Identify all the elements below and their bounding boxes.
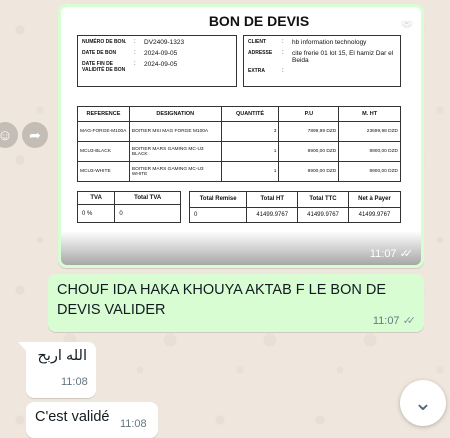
bon-validity-label: DATE FIN DE VALIDITÉ DE BON	[82, 61, 126, 73]
document-image[interactable]: BON DE DEVIS NUMÉRO DE BON. : DV2409-132…	[61, 7, 421, 265]
total-tva-value: 0	[114, 204, 181, 223]
outgoing-message-bubble[interactable]: CHOUF IDA HAKA KHOUYA AKTAB F LE BON DE …	[48, 274, 424, 332]
chevron-down-icon: ⌄	[413, 390, 433, 415]
table-cell: 8900,00 DZD	[338, 141, 401, 162]
total-ttc-header: Total TTC	[297, 191, 349, 208]
bon-date-value: 2024-09-05	[144, 50, 178, 57]
image-message-meta: 11:07 ✓✓	[369, 247, 414, 261]
bon-number-value: DV2409-1323	[144, 39, 185, 46]
table-cell: 23699,98 DZD	[338, 121, 401, 142]
image-shade	[61, 231, 421, 265]
total-ht-header: Total HT	[246, 191, 299, 208]
incoming-message-bubble[interactable]: C'est validé 11:08	[26, 402, 158, 438]
total-tva-header: Total TVA	[114, 191, 181, 205]
table-row: MAG-FORGE-M100A BOITIER MSI MAG FORGE M1…	[77, 121, 401, 142]
tva-table: TVA Total TVA 0 % 0	[76, 191, 181, 223]
message-time: 11:08	[61, 376, 88, 388]
items-header-row: REFERENCE DESIGNATION QUANTITÉ P.U M. HT	[77, 106, 401, 122]
extra-label: EXTRA	[248, 68, 265, 74]
info-section: NUMÉRO DE BON. : DV2409-1323 DATE DE BON…	[77, 35, 401, 87]
column-header: M. HT	[338, 106, 401, 122]
bon-date-row: DATE DE BON : 2024-09-05	[82, 50, 232, 57]
chevron-down-icon[interactable]: ⌄	[399, 13, 415, 30]
net-a-payer-header: Net à Payer	[347, 191, 402, 208]
double-check-icon: ✓✓	[402, 315, 417, 327]
totals-section: TVA Total TVA 0 % 0 Total Remise Total H…	[76, 191, 402, 223]
bon-info-box: NUMÉRO DE BON. : DV2409-1323 DATE DE BON…	[77, 35, 237, 87]
extra-row: EXTRA :	[248, 68, 284, 74]
total-remise-value: 0	[188, 206, 248, 223]
table-cell: 8900,00 DZD	[278, 141, 340, 162]
column-header: DESIGNATION	[128, 106, 222, 122]
message-text: CHOUF IDA HAKA KHOUYA AKTAB F LE BON DE …	[57, 282, 387, 318]
address-value: cite frerie 01 lot 15, El hamiz Dar el B…	[292, 50, 394, 64]
message-time: 11:07	[372, 314, 400, 327]
document-title: BON DE DEVIS	[208, 13, 310, 29]
client-label: CLIENT	[248, 39, 267, 45]
bon-date-label: DATE DE BON	[82, 50, 117, 56]
total-ttc-value: 41499.9767	[297, 206, 349, 223]
message-text: الله اربح	[37, 348, 87, 364]
incoming-message-bubble[interactable]: الله اربح 11:08	[26, 342, 96, 398]
table-cell: BOITIER MSI MAG FORGE M100A	[128, 121, 222, 142]
total-ht-value: 41499.9767	[246, 206, 299, 223]
message-meta: 11:07 ✓✓	[372, 314, 417, 328]
client-value: hb information technology	[292, 39, 367, 46]
tva-value: 0 %	[76, 204, 116, 223]
table-cell: 1	[220, 141, 280, 162]
client-info-box: CLIENT : hb information technology ADRES…	[243, 35, 401, 87]
double-check-icon: ✓✓	[399, 248, 414, 260]
table-cell: MCU3-BLACK	[77, 141, 130, 162]
table-cell: 8900,00 DZD	[278, 161, 340, 182]
total-remise-header: Total Remise	[188, 191, 248, 208]
net-a-payer-value: 41499.9767	[347, 206, 402, 223]
items-table: REFERENCE DESIGNATION QUANTITÉ P.U M. HT…	[77, 106, 401, 182]
table-cell: BOITIER MARS GAMING MC-U3 WHITE	[128, 161, 222, 182]
scroll-down-button[interactable]: ⌄	[400, 380, 446, 426]
table-cell: MCU3-WHITE	[77, 161, 130, 182]
message-time: 11:08	[119, 418, 147, 430]
tva-header: TVA	[76, 191, 116, 205]
bon-validity-row: DATE FIN DE VALIDITÉ DE BON : 2024-09-05	[82, 61, 232, 73]
table-cell: MAG-FORGE-M100A	[77, 121, 130, 142]
table-cell: 8900,00 DZD	[338, 161, 401, 182]
table-row: MCU3-WHITE BOITIER MARS GAMING MC-U3 WHI…	[77, 161, 401, 182]
column-header: QUANTITÉ	[220, 106, 280, 122]
image-message-bubble[interactable]: BON DE DEVIS NUMÉRO DE BON. : DV2409-132…	[58, 4, 424, 268]
column-header: REFERENCE	[77, 106, 130, 122]
bon-number-label: NUMÉRO DE BON.	[82, 39, 127, 45]
address-row: ADRESSE : cite frerie 01 lot 15, El hami…	[248, 50, 396, 64]
address-label: ADRESSE	[248, 50, 273, 56]
column-header: P.U	[278, 106, 340, 122]
devis-document: BON DE DEVIS NUMÉRO DE BON. : DV2409-132…	[76, 13, 402, 223]
forward-icon[interactable]: ➦	[22, 122, 48, 148]
table-row: MCU3-BLACK BOITIER MARS GAMING MC-U3 BLA…	[77, 141, 401, 162]
message-time: 11:07	[369, 247, 397, 260]
table-cell: 7899,99 DZD	[278, 121, 340, 142]
bon-number-row: NUMÉRO DE BON. : DV2409-1323	[82, 39, 232, 46]
bon-validity-value: 2024-09-05	[144, 61, 178, 68]
message-text: C'est validé	[35, 409, 110, 425]
client-row: CLIENT : hb information technology	[248, 39, 396, 46]
totals-table: Total Remise Total HT Total TTC Net à Pa…	[188, 191, 402, 223]
table-cell: 1	[220, 161, 280, 182]
table-cell: 3	[220, 121, 280, 142]
table-cell: BOITIER MARS GAMING MC-U3 BLACK	[128, 141, 222, 162]
